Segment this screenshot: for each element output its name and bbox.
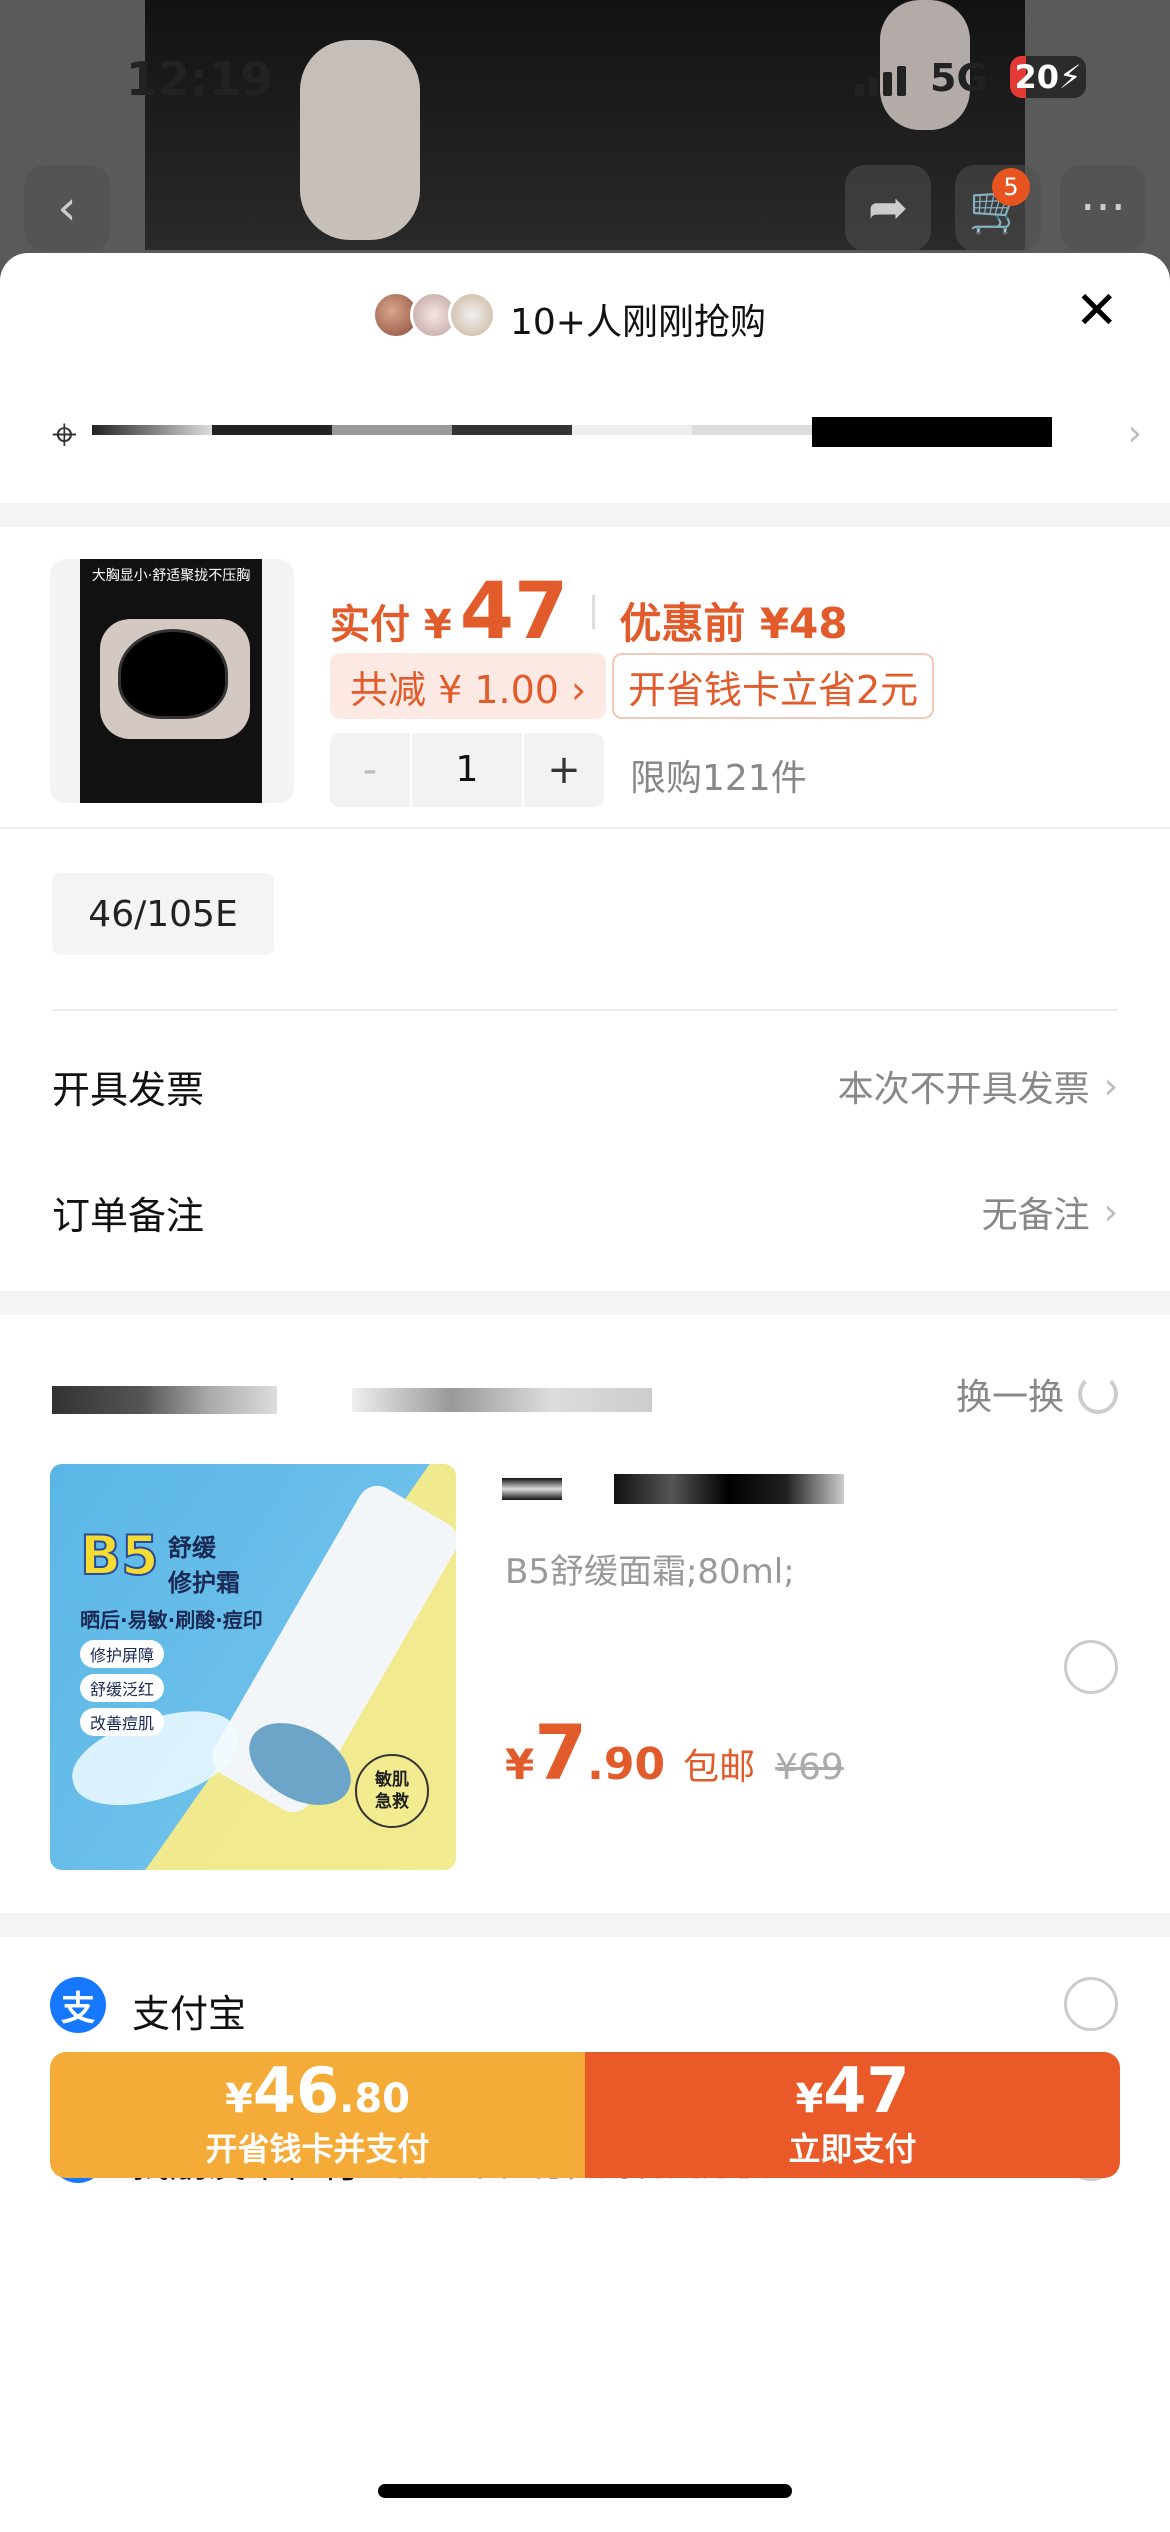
card-title: 舒缓 修护霜 — [168, 1534, 240, 1597]
swap-button[interactable]: 换一换 — [956, 1368, 1118, 1420]
recommended-price: ¥ 7 .90 包邮 ¥69 — [505, 1708, 844, 1797]
recommended-product-image[interactable]: B5 舒缓 修护霜 晒后·易敏·刷酸·痘印 修护屏障 舒缓泛红 改善痘肌 敏肌 … — [50, 1464, 456, 1870]
close-icon: ✕ — [1075, 281, 1119, 341]
address-row[interactable]: ⌖ › — [52, 403, 1142, 473]
card-chip: 改善痘肌 — [80, 1708, 165, 1736]
button-label: 开省钱卡并支付 — [205, 2130, 430, 2168]
pay-price: 47 — [459, 567, 569, 657]
back-button[interactable]: ‹ — [24, 165, 110, 251]
quantity-stepper: - 1 + — [330, 733, 604, 807]
recommended-select-radio[interactable] — [1064, 1640, 1118, 1694]
recommended-spec: B5舒缓面霜;80ml; — [505, 1552, 795, 1592]
more-icon: ··· — [1080, 180, 1126, 236]
card-subtitle: 晒后·易敏·刷酸·痘印 — [80, 1608, 263, 1632]
quantity-increase-button[interactable]: + — [524, 747, 604, 793]
currency: ¥ — [225, 2076, 253, 2122]
quantity-value[interactable]: 1 — [410, 733, 524, 807]
size-chip[interactable]: 46/105E — [52, 873, 274, 955]
card-seal: 敏肌 急救 — [355, 1754, 429, 1828]
cart-badge: 5 — [992, 168, 1030, 206]
divider — [0, 827, 1170, 829]
more-button[interactable]: ··· — [1060, 165, 1146, 251]
pay-now-button[interactable]: ¥47 立即支付 — [585, 2052, 1120, 2178]
section-divider — [0, 503, 1170, 527]
status-time: 12:19 — [126, 52, 273, 106]
card-b5: B5 — [79, 1523, 160, 1588]
buyer-avatars — [372, 291, 496, 339]
payment-name: 支付宝 — [132, 1992, 247, 2036]
button-label: 立即支付 — [788, 2130, 917, 2168]
price-currency: ¥ — [505, 1740, 535, 1789]
status-bar: 12:19 5G 20 ⚡ — [0, 44, 1170, 114]
payment-option-alipay[interactable]: 支 支付宝 — [0, 1953, 1170, 2063]
recommendation-title-redacted — [52, 1378, 652, 1418]
product-summary: 大胸显小·舒适聚拢不压胸 实付 ¥ 47 优惠前 ¥48 共减 ¥ 1.00 ›… — [0, 527, 1170, 832]
chevron-right-icon: › — [1103, 1191, 1118, 1233]
battery-level: 20 — [1014, 58, 1060, 96]
thumbnail-image: 大胸显小·舒适聚拢不压胸 — [80, 559, 262, 803]
address-redacted — [92, 417, 1092, 453]
price-decimal: .90 — [587, 1739, 666, 1790]
share-icon: ➦ — [867, 180, 909, 236]
savings-card-tag[interactable]: 开省钱卡立省2元 — [612, 653, 935, 719]
payment-radio[interactable] — [1064, 1977, 1118, 2031]
buyers-text: 10+人刚刚抢购 — [510, 302, 766, 343]
refresh-icon — [1078, 1374, 1118, 1414]
share-button[interactable]: ➦ — [845, 165, 931, 251]
invoice-label: 开具发票 — [52, 1067, 205, 1112]
price-separator — [592, 595, 596, 629]
pay-buttons: ¥46.80 开省钱卡并支付 ¥47 立即支付 — [50, 2052, 1120, 2178]
sheet-header: 10+人刚刚抢购 ✕ — [0, 253, 1170, 373]
price-decimal: .80 — [339, 2076, 410, 2122]
invoice-row[interactable]: 开具发票 本次不开具发票 › — [52, 1051, 1118, 1121]
signal-icon — [855, 66, 906, 96]
price-integer: 7 — [534, 1708, 588, 1797]
price-integer: 47 — [823, 2054, 910, 2127]
chevron-right-icon: › — [1127, 413, 1142, 454]
quantity-decrease-button[interactable]: - — [330, 747, 410, 793]
chevron-right-icon: › — [1103, 1065, 1118, 1107]
savings-card-pay-button[interactable]: ¥46.80 开省钱卡并支付 — [50, 2052, 585, 2178]
battery-icon: 20 ⚡ — [1010, 56, 1086, 98]
free-shipping-label: 包邮 — [683, 1747, 756, 1788]
invoice-value: 本次不开具发票 — [837, 1069, 1090, 1110]
original-price: 优惠前 ¥48 — [619, 599, 848, 648]
recommendation-section: 换一换 B5 舒缓 修护霜 晒后·易敏·刷酸·痘印 修护屏障 舒缓泛红 改善痘肌… — [0, 1318, 1170, 1918]
location-pin-icon: ⌖ — [52, 409, 77, 460]
chevron-left-icon: ‹ — [57, 180, 77, 236]
section-divider — [0, 1291, 1170, 1315]
section-divider — [0, 1913, 1170, 1937]
recommended-name-redacted — [502, 1468, 952, 1508]
price-integer: 46 — [252, 2054, 340, 2127]
card-chip: 修护屏障 — [80, 1640, 165, 1668]
swap-label: 换一换 — [955, 1377, 1064, 1418]
recommended-original-price: ¥69 — [775, 1747, 844, 1788]
purchase-limit: 限购121件 — [630, 758, 807, 799]
currency: ¥ — [795, 2076, 824, 2122]
price-line: 实付 ¥ 47 优惠前 ¥48 — [330, 567, 848, 657]
network-type: 5G — [930, 56, 988, 100]
close-button[interactable]: ✕ — [1075, 281, 1119, 341]
divider — [52, 1009, 1118, 1011]
avatar — [448, 291, 496, 339]
product-thumbnail: 大胸显小·舒适聚拢不压胸 — [50, 559, 294, 803]
alipay-icon: 支 — [50, 1977, 106, 2033]
remark-row[interactable]: 订单备注 无备注 › — [52, 1177, 1118, 1247]
pay-label: 实付 ¥ — [330, 602, 452, 648]
checkout-sheet: 10+人刚刚抢购 ✕ ⌖ › 大胸显小·舒适聚拢不压胸 实付 ¥ 47 优惠前 … — [0, 253, 1170, 2532]
remark-value: 无备注 — [981, 1195, 1090, 1236]
discount-tag[interactable]: 共减 ¥ 1.00 › — [330, 653, 607, 719]
home-indicator — [378, 2484, 792, 2498]
remark-label: 订单备注 — [52, 1193, 205, 1238]
thumbnail-caption: 大胸显小·舒适聚拢不压胸 — [91, 568, 251, 584]
card-chip: 舒缓泛红 — [80, 1674, 165, 1702]
